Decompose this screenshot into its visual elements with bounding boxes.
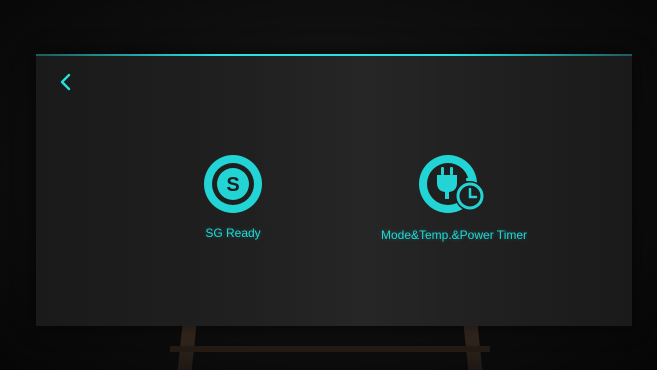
device-screen: S SG Ready Mode&Temp.&Power Timer — [36, 54, 632, 326]
sg-ready-glyph: S — [226, 174, 239, 196]
top-accent-line — [36, 54, 632, 56]
sg-ready-label: SG Ready — [205, 226, 261, 240]
plug-timer-icon — [419, 155, 485, 213]
sg-ready-button[interactable]: S SG Ready — [178, 152, 288, 240]
display-stand-bar — [170, 346, 490, 352]
mode-temp-power-timer-label: Mode&Temp.&Power Timer — [380, 228, 528, 242]
mode-temp-power-timer-button[interactable]: Mode&Temp.&Power Timer — [354, 152, 554, 242]
chevron-left-icon — [60, 73, 71, 91]
sg-ready-icon: S — [204, 155, 262, 213]
back-button[interactable] — [54, 70, 78, 94]
